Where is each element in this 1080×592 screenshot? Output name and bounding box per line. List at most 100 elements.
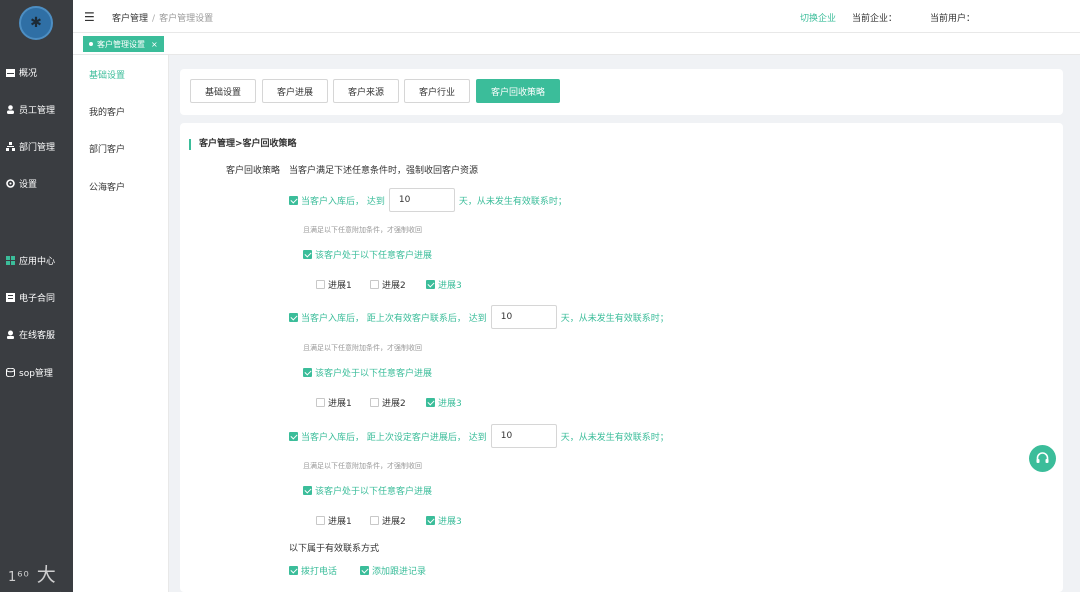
checkbox[interactable] [426, 516, 435, 525]
menu-toggle-icon[interactable]: ☰ [84, 10, 95, 24]
tab-strip: 客户管理设置 × [73, 33, 1080, 55]
condition-2-days-input[interactable] [490, 305, 557, 329]
sidebar-item-label: sop管理 [19, 369, 53, 379]
condition-2-stage-checkbox[interactable] [303, 368, 312, 377]
condition-3: 当客户入库后， 距上次设定客户进展后， 达到 天，从未发生有效联系时； [289, 424, 669, 448]
checkbox[interactable] [316, 516, 325, 525]
condition-1-suffix: 天，从未发生有效联系时； [458, 196, 567, 207]
condition-1: 当客户入库后， 达到 天，从未发生有效联系时； [289, 188, 567, 212]
condition-3-suffix: 天，从未发生有效联系时； [560, 432, 669, 443]
sidebar-item-label: 部门管理 [19, 143, 56, 153]
sidebar-item-online-support[interactable]: 在线客服 [6, 328, 55, 341]
condition-3-stage-row: 该客户处于以下任意客户进展 [303, 484, 432, 497]
stage-label: 进展2 [382, 281, 406, 291]
section-title: 客户管理>客户回收策略 [189, 139, 297, 150]
top-header: ☰ 客户管理 / 客户管理设置 切换企业 当前企业： 当前用户： [73, 0, 1080, 33]
sidebar-item-sop[interactable]: sop管理 [6, 366, 53, 379]
condition-1-stage-row: 该客户处于以下任意客户进展 [303, 248, 432, 261]
checkbox[interactable] [316, 398, 325, 407]
condition-1-checkbox[interactable] [289, 195, 298, 205]
breadcrumb: 客户管理 / 客户管理设置 [112, 14, 214, 24]
sidebar-item-label: 应用中心 [19, 257, 56, 267]
user-icon [6, 105, 15, 114]
condition-1-stage-2[interactable]: 进展2 [370, 278, 406, 291]
gear-icon [6, 179, 15, 188]
contact-followup-checkbox[interactable] [360, 566, 369, 575]
contact-followup[interactable]: 添加跟进记录 [360, 564, 426, 577]
condition-3-stage-2[interactable]: 进展2 [370, 514, 406, 527]
sidebar-item-overview[interactable]: 概况 [6, 66, 37, 79]
checkbox[interactable] [370, 516, 379, 525]
condition-2-checkbox[interactable] [289, 312, 298, 322]
sidebar-item-label: 电子合同 [19, 294, 56, 304]
condition-3-stage-checkbox[interactable] [303, 486, 312, 495]
condition-3-checkbox[interactable] [289, 431, 298, 441]
sidebar-item-department[interactable]: 部门管理 [6, 140, 55, 153]
contract-icon [6, 293, 15, 302]
headset-icon[interactable] [1029, 445, 1056, 472]
condition-2-stage-3[interactable]: 进展3 [426, 396, 462, 409]
current-company-label: 当前企业： [852, 14, 898, 24]
subnav-item-basic[interactable]: 基础设置 [89, 68, 125, 81]
condition-1-stage-checkbox[interactable] [303, 250, 312, 259]
checkbox[interactable] [370, 280, 379, 289]
tab-customer-settings[interactable]: 客户管理设置 × [83, 36, 164, 52]
switch-company-link[interactable]: 切换企业 [800, 11, 836, 24]
condition-2-stage-text: 该客户处于以下任意客户进展 [315, 369, 433, 379]
org-icon [6, 142, 15, 151]
condition-1-text: 当客户入库后， 达到 [301, 196, 385, 207]
checkbox[interactable] [316, 280, 325, 289]
tab-customer-progress[interactable]: 客户进展 [262, 79, 328, 103]
condition-3-stage-3[interactable]: 进展3 [426, 514, 462, 527]
contact-followup-label: 添加跟进记录 [372, 567, 427, 577]
contact-phone-label: 拨打电话 [301, 567, 338, 577]
watermark: 1⁶⁰ 大数跨境 [8, 564, 67, 592]
stage-label: 进展1 [328, 399, 352, 409]
tab-basic-settings[interactable]: 基础设置 [190, 79, 256, 103]
sidebar-item-settings[interactable]: 设置 [6, 177, 37, 190]
stage-label: 进展2 [382, 399, 406, 409]
condition-3-days-input[interactable] [490, 424, 557, 448]
condition-2-suffix: 天，从未发生有效联系时； [560, 313, 669, 324]
subnav-item-my-customers[interactable]: 我的客户 [89, 105, 125, 118]
stage-label: 进展3 [438, 399, 462, 409]
sidebar-item-app-center[interactable]: 应用中心 [6, 254, 55, 267]
sidebar-item-e-contract[interactable]: 电子合同 [6, 291, 55, 304]
tab-recycle-strategy[interactable]: 客户回收策略 [476, 79, 560, 103]
breadcrumb-item[interactable]: 客户管理 [112, 14, 148, 24]
condition-2-hint: 且满足以下任意附加条件，才强制收回 [303, 344, 422, 352]
condition-1-stage-3[interactable]: 进展3 [426, 278, 462, 291]
tab-customer-industry[interactable]: 客户行业 [404, 79, 470, 103]
condition-1-days-input[interactable] [388, 188, 455, 212]
condition-1-hint: 且满足以下任意附加条件，才强制收回 [303, 226, 422, 234]
sidebar-item-label: 在线客服 [19, 331, 56, 341]
strategy-description: 当客户满足下述任意条件时，强制收回客户资源 [289, 166, 479, 176]
condition-2-stage-2[interactable]: 进展2 [370, 396, 406, 409]
condition-2-stage-1[interactable]: 进展1 [316, 396, 352, 409]
contact-phone[interactable]: 拨打电话 [289, 564, 337, 577]
settings-tab-bar: 基础设置 客户进展 客户来源 客户行业 客户回收策略 [180, 69, 1063, 115]
condition-1-stage-1[interactable]: 进展1 [316, 278, 352, 291]
condition-2: 当客户入库后， 距上次有效客户联系后， 达到 天，从未发生有效联系时； [289, 305, 669, 329]
dashboard-icon [6, 68, 15, 77]
condition-3-stage-1[interactable]: 进展1 [316, 514, 352, 527]
contact-phone-checkbox[interactable] [289, 566, 298, 575]
support-icon [6, 330, 15, 339]
current-user-label: 当前用户： [930, 14, 976, 24]
apps-icon [6, 256, 15, 265]
checkbox[interactable] [426, 280, 435, 289]
stage-label: 进展3 [438, 281, 462, 291]
sidebar-item-label: 员工管理 [19, 106, 56, 116]
sidebar-item-label: 设置 [19, 180, 38, 190]
checkbox[interactable] [426, 398, 435, 407]
subnav-item-public-customers[interactable]: 公海客户 [89, 180, 125, 193]
subnav-item-dept-customers[interactable]: 部门客户 [89, 142, 125, 155]
sidebar-item-label: 概况 [19, 69, 38, 79]
close-icon[interactable]: × [151, 40, 158, 49]
tab-customer-source[interactable]: 客户来源 [333, 79, 399, 103]
database-icon [6, 368, 15, 377]
main-sidebar: ✱ 概况 员工管理 部门管理 设置 应用中心 电子合同 在线客服 sop管理 1… [0, 0, 73, 592]
sidebar-item-staff[interactable]: 员工管理 [6, 103, 55, 116]
tab-label: 客户管理设置 [97, 39, 145, 49]
checkbox[interactable] [370, 398, 379, 407]
